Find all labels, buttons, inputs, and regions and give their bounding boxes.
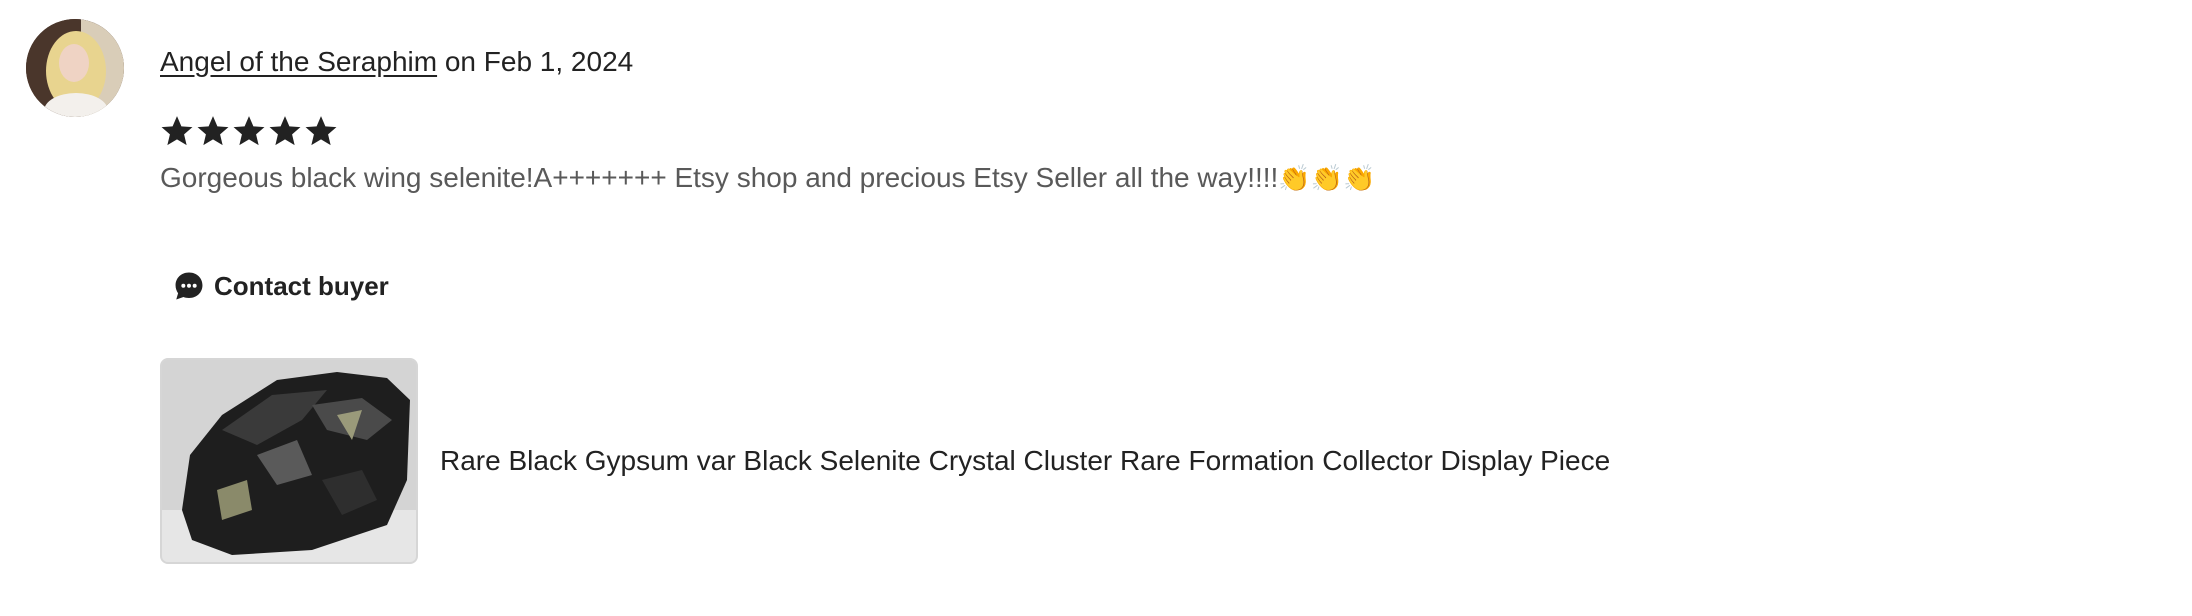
crystal-photo	[162, 360, 416, 562]
star-icon	[233, 116, 265, 146]
listing-thumbnail[interactable]	[160, 358, 418, 564]
reviewer-line: Angel of the Seraphim on Feb 1, 2024	[160, 44, 633, 80]
star-rating	[160, 112, 338, 152]
listing-link[interactable]: Rare Black Gypsum var Black Selenite Cry…	[160, 358, 1610, 564]
contact-buyer-label: Contact buyer	[214, 270, 389, 301]
review-date: on Feb 1, 2024	[444, 46, 634, 77]
star-icon	[197, 116, 229, 146]
review-body: Gorgeous black wing selenite!A+++++++ Et…	[160, 162, 1279, 193]
avatar-image	[26, 19, 124, 117]
reviewer-avatar[interactable]	[26, 19, 124, 117]
clapping-hands-emoji: 👏👏👏	[1278, 163, 1376, 193]
review-card: Angel of the Seraphim on Feb 1, 2024 Gor…	[0, 0, 2192, 616]
reviewer-name-link[interactable]: Angel of the Seraphim	[160, 46, 437, 77]
review-text: Gorgeous black wing selenite!A+++++++ Et…	[160, 160, 1375, 196]
contact-buyer-button[interactable]: Contact buyer	[160, 260, 405, 312]
star-icon	[305, 116, 337, 146]
listing-title[interactable]: Rare Black Gypsum var Black Selenite Cry…	[440, 443, 1610, 479]
speech-bubble-icon	[175, 272, 203, 300]
star-icon	[269, 116, 301, 146]
star-icon	[161, 116, 193, 146]
